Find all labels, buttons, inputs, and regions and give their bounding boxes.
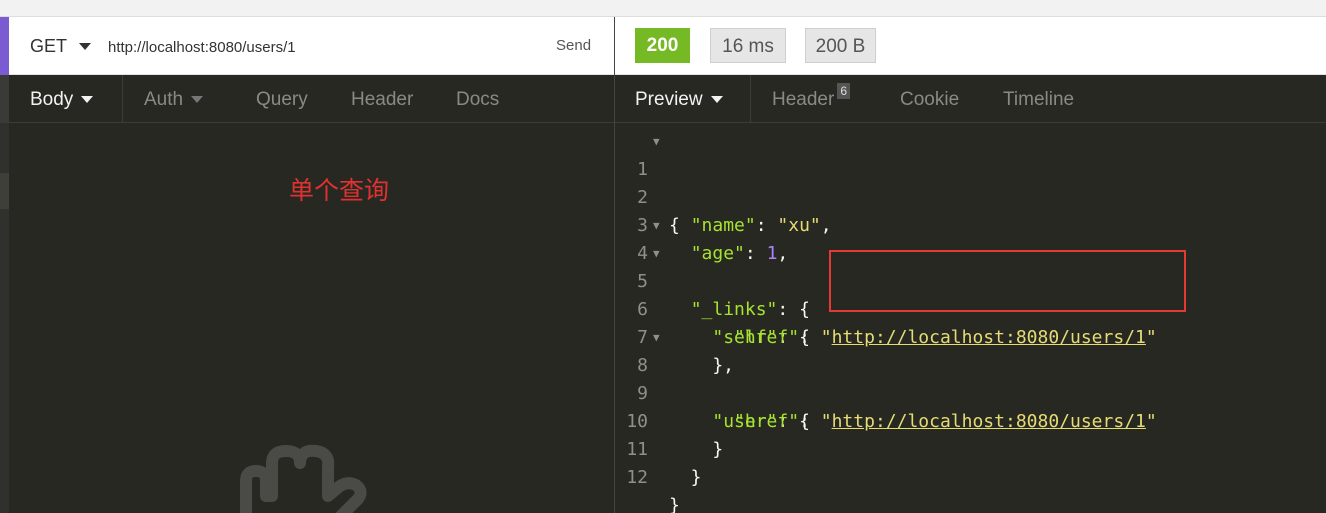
highlight-box	[829, 250, 1186, 312]
code-line: 11 }	[615, 408, 1326, 488]
chevron-down-icon	[191, 96, 204, 104]
code-line: 9 "href": "http://localhost:8080/users/1…	[615, 352, 1326, 432]
tab-auth[interactable]: Auth	[144, 89, 204, 111]
tab-preview-label: Preview	[635, 89, 703, 110]
code-line: 10 }	[615, 380, 1326, 460]
tab-response-header[interactable]: Header 6	[772, 83, 851, 111]
sidebar-strip	[0, 75, 9, 123]
tab-auth-label: Auth	[144, 89, 184, 110]
fold-arrow-icon[interactable]: ▼	[653, 240, 660, 268]
tab-header[interactable]: Header	[351, 89, 413, 111]
line-number: 12	[626, 467, 648, 488]
status-code-badge: 200	[635, 28, 690, 63]
method-accent-stripe	[0, 17, 9, 75]
response-time-badge: 16 ms	[710, 28, 786, 63]
fold-arrow-icon[interactable]: ▼	[653, 212, 660, 240]
code-line: 12 }	[615, 436, 1326, 513]
tab-timeline[interactable]: Timeline	[1003, 89, 1074, 111]
annotation-text: 单个查询	[289, 176, 390, 205]
code-line: 3 "age": 1,	[615, 184, 1326, 264]
tab-body-label: Body	[30, 89, 74, 110]
tab-query[interactable]: Query	[256, 89, 308, 111]
request-tabs: Body Auth Query Header Docs	[0, 75, 614, 123]
method-selector[interactable]: GET	[30, 36, 67, 57]
chevron-down-icon	[710, 96, 723, 104]
tab-docs[interactable]: Docs	[456, 89, 499, 111]
response-tabs: Preview Header 6 Cookie Timeline	[615, 75, 1326, 123]
sidebar-active-item[interactable]	[0, 173, 9, 209]
header-count-badge: 6	[837, 83, 851, 99]
tab-body[interactable]: Body	[30, 89, 94, 111]
response-status-bar: 200 16 ms 200 B	[615, 17, 1326, 75]
url-input[interactable]	[108, 34, 528, 60]
tab-separator	[122, 75, 123, 123]
send-button[interactable]: Send	[556, 37, 591, 54]
request-body-panel: 单个查询	[0, 123, 614, 513]
code-line: 2 "name": "xu",	[615, 156, 1326, 236]
hand-icon	[240, 444, 367, 513]
response-size-badge: 200 B	[805, 28, 876, 63]
chevron-down-icon	[81, 96, 94, 104]
code-line: 1 ▼ {	[615, 128, 1326, 236]
fold-arrow-icon[interactable]: ▼	[653, 324, 660, 352]
code-line: 8 ▼ "user": {	[615, 324, 1326, 432]
chevron-down-icon[interactable]	[79, 43, 91, 50]
fold-arrow-icon[interactable]: ▼	[653, 128, 660, 156]
code-line: 4 ▼ "_links": {	[615, 212, 1326, 320]
tab-preview[interactable]: Preview	[635, 89, 723, 111]
tab-separator	[750, 75, 751, 123]
tab-response-header-label: Header	[772, 89, 835, 110]
response-json-viewer: 1 ▼ { 2 "name": "xu", 3 "age": 1, 4 ▼ "_…	[615, 128, 1326, 513]
request-bar: GET Send	[0, 17, 614, 75]
window-top-strip	[0, 0, 1326, 17]
tab-cookie[interactable]: Cookie	[900, 89, 959, 111]
